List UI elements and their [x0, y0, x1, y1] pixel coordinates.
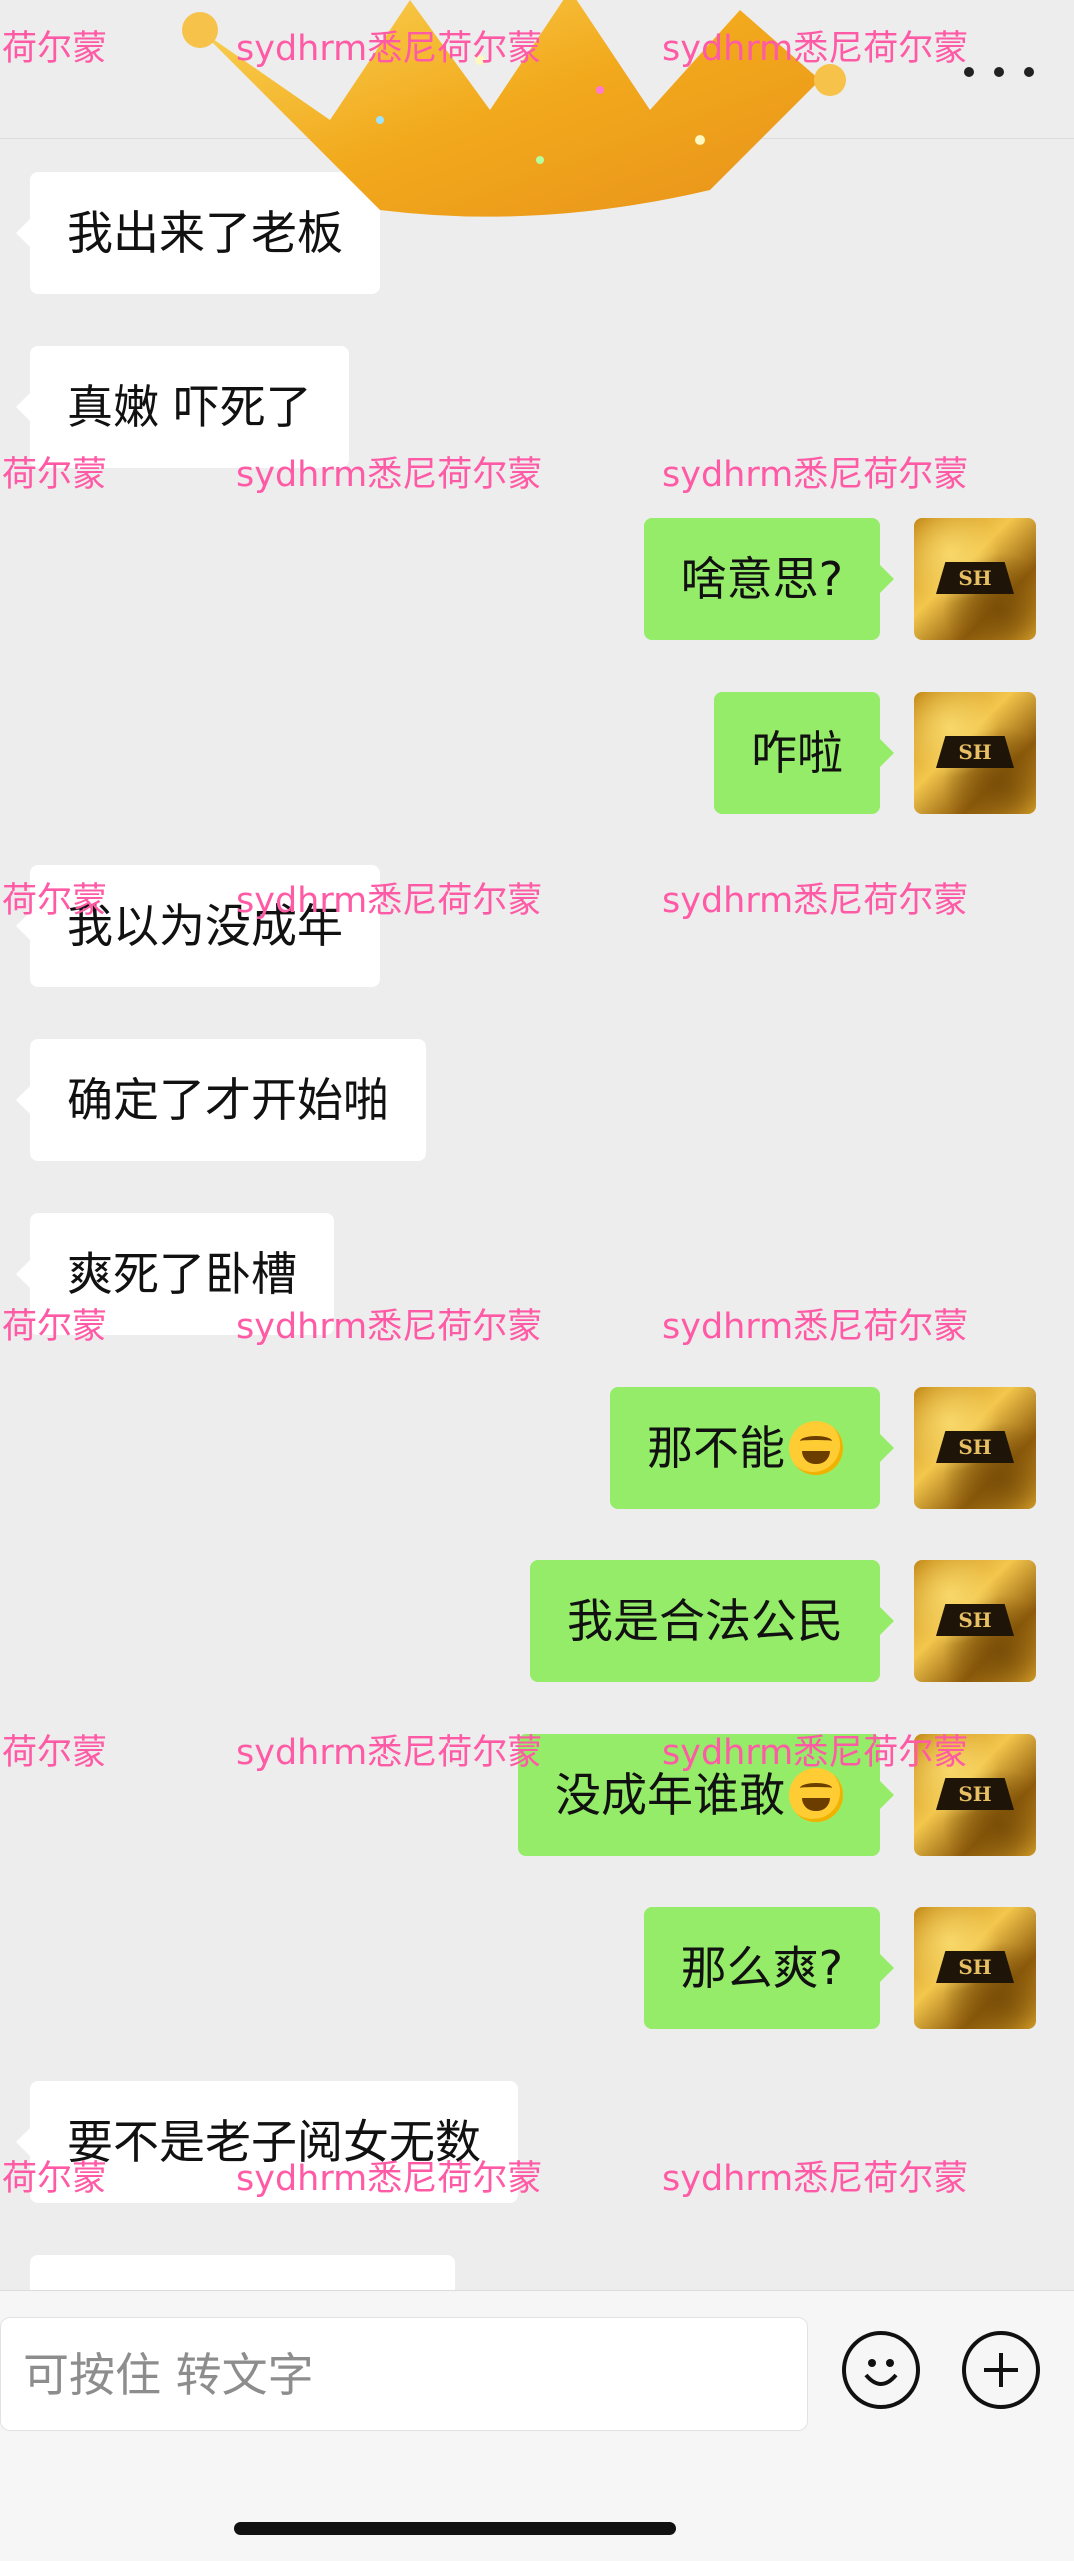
message-text: 爽死了卧槽 — [67, 1247, 297, 1301]
user-avatar[interactable]: SH — [914, 1387, 1036, 1509]
home-indicator — [234, 2522, 676, 2535]
message-text: 那么爽? — [680, 1941, 843, 1995]
incoming-message-bubble[interactable]: 爽死了卧槽 — [16, 1213, 334, 1335]
incoming-message-bubble[interactable]: 我以为没成年 — [16, 865, 380, 987]
outgoing-message-bubble[interactable]: 那么爽? — [643, 1907, 895, 2029]
user-avatar[interactable]: SH — [914, 1907, 1036, 2029]
dot — [964, 67, 974, 77]
message-text: 我是合法公民 — [567, 1594, 843, 1648]
message-text: 啥意思? — [680, 552, 843, 606]
dot — [1024, 67, 1034, 77]
user-avatar[interactable]: SH — [914, 1734, 1036, 1856]
message-row: 咋啦 SH — [0, 692, 1074, 814]
incoming-message-bubble[interactable] — [30, 2255, 455, 2290]
outgoing-message-bubble[interactable]: 啥意思? — [643, 518, 895, 640]
avatar-logo-text: SH — [936, 1951, 1014, 1983]
incoming-message-bubble[interactable]: 确定了才开始啪 — [16, 1039, 426, 1161]
more-options-button[interactable] — [964, 52, 1034, 92]
message-row: 啥意思? SH — [0, 518, 1074, 640]
message-text: 没成年谁敢 — [555, 1768, 785, 1822]
message-text: 要不是老子阅女无数 — [67, 2115, 481, 2169]
avatar-logo-text: SH — [936, 562, 1014, 594]
laughing-crying-emoji-icon — [789, 1420, 843, 1475]
message-text: 咋啦 — [751, 726, 843, 780]
user-avatar[interactable]: SH — [914, 692, 1036, 814]
message-row: 那不能 SH — [0, 1387, 1074, 1509]
message-row: 那么爽? SH — [0, 1907, 1074, 2029]
message-row: 爽死了卧槽 — [0, 1213, 1074, 1335]
avatar-logo-text: SH — [936, 1604, 1014, 1636]
message-list[interactable]: 我出来了老板 真嫩 吓死了 啥意思? SH 咋啦 SH 我以为没成年 确定了才开始啪 爽死了卧槽… — [0, 138, 1074, 2290]
message-text: 真嫩 吓死了 — [67, 380, 312, 434]
message-row: 要不是老子阅女无数 — [0, 2081, 1074, 2203]
avatar-logo-text: SH — [936, 1778, 1014, 1810]
user-avatar[interactable]: SH — [914, 518, 1036, 640]
message-row: 没成年谁敢 SH — [0, 1734, 1074, 1856]
message-text: 确定了才开始啪 — [67, 1073, 389, 1127]
avatar-logo-text: SH — [936, 1431, 1014, 1463]
message-row: 真嫩 吓死了 — [0, 346, 1074, 468]
incoming-message-bubble[interactable]: 真嫩 吓死了 — [16, 346, 349, 468]
voice-input-field[interactable]: 可按住 转文字 — [0, 2317, 808, 2431]
outgoing-message-bubble[interactable]: 那不能 — [610, 1387, 894, 1509]
message-row: 确定了才开始啪 — [0, 1039, 1074, 1161]
message-row: 我是合法公民 SH — [0, 1560, 1074, 1682]
outgoing-message-bubble[interactable]: 没成年谁敢 — [518, 1734, 894, 1856]
gold-crown-sticker — [182, 0, 846, 217]
avatar-logo-text: SH — [936, 736, 1014, 768]
outgoing-message-bubble[interactable]: 我是合法公民 — [530, 1560, 894, 1682]
message-text: 我以为没成年 — [67, 899, 343, 953]
message-row: 我以为没成年 — [0, 865, 1074, 987]
user-avatar[interactable]: SH — [914, 1560, 1036, 1682]
message-text: 那不能 — [647, 1421, 785, 1475]
outgoing-message-bubble[interactable]: 咋啦 — [714, 692, 894, 814]
dot — [994, 67, 1004, 77]
incoming-message-bubble[interactable]: 要不是老子阅女无数 — [16, 2081, 518, 2203]
message-row — [0, 2255, 1074, 2290]
laughing-crying-emoji-icon — [789, 1767, 843, 1822]
smiley-face-icon[interactable] — [842, 2331, 920, 2409]
input-bar: 可按住 转文字 — [0, 2290, 1074, 2561]
plus-circle-icon[interactable] — [962, 2331, 1040, 2409]
